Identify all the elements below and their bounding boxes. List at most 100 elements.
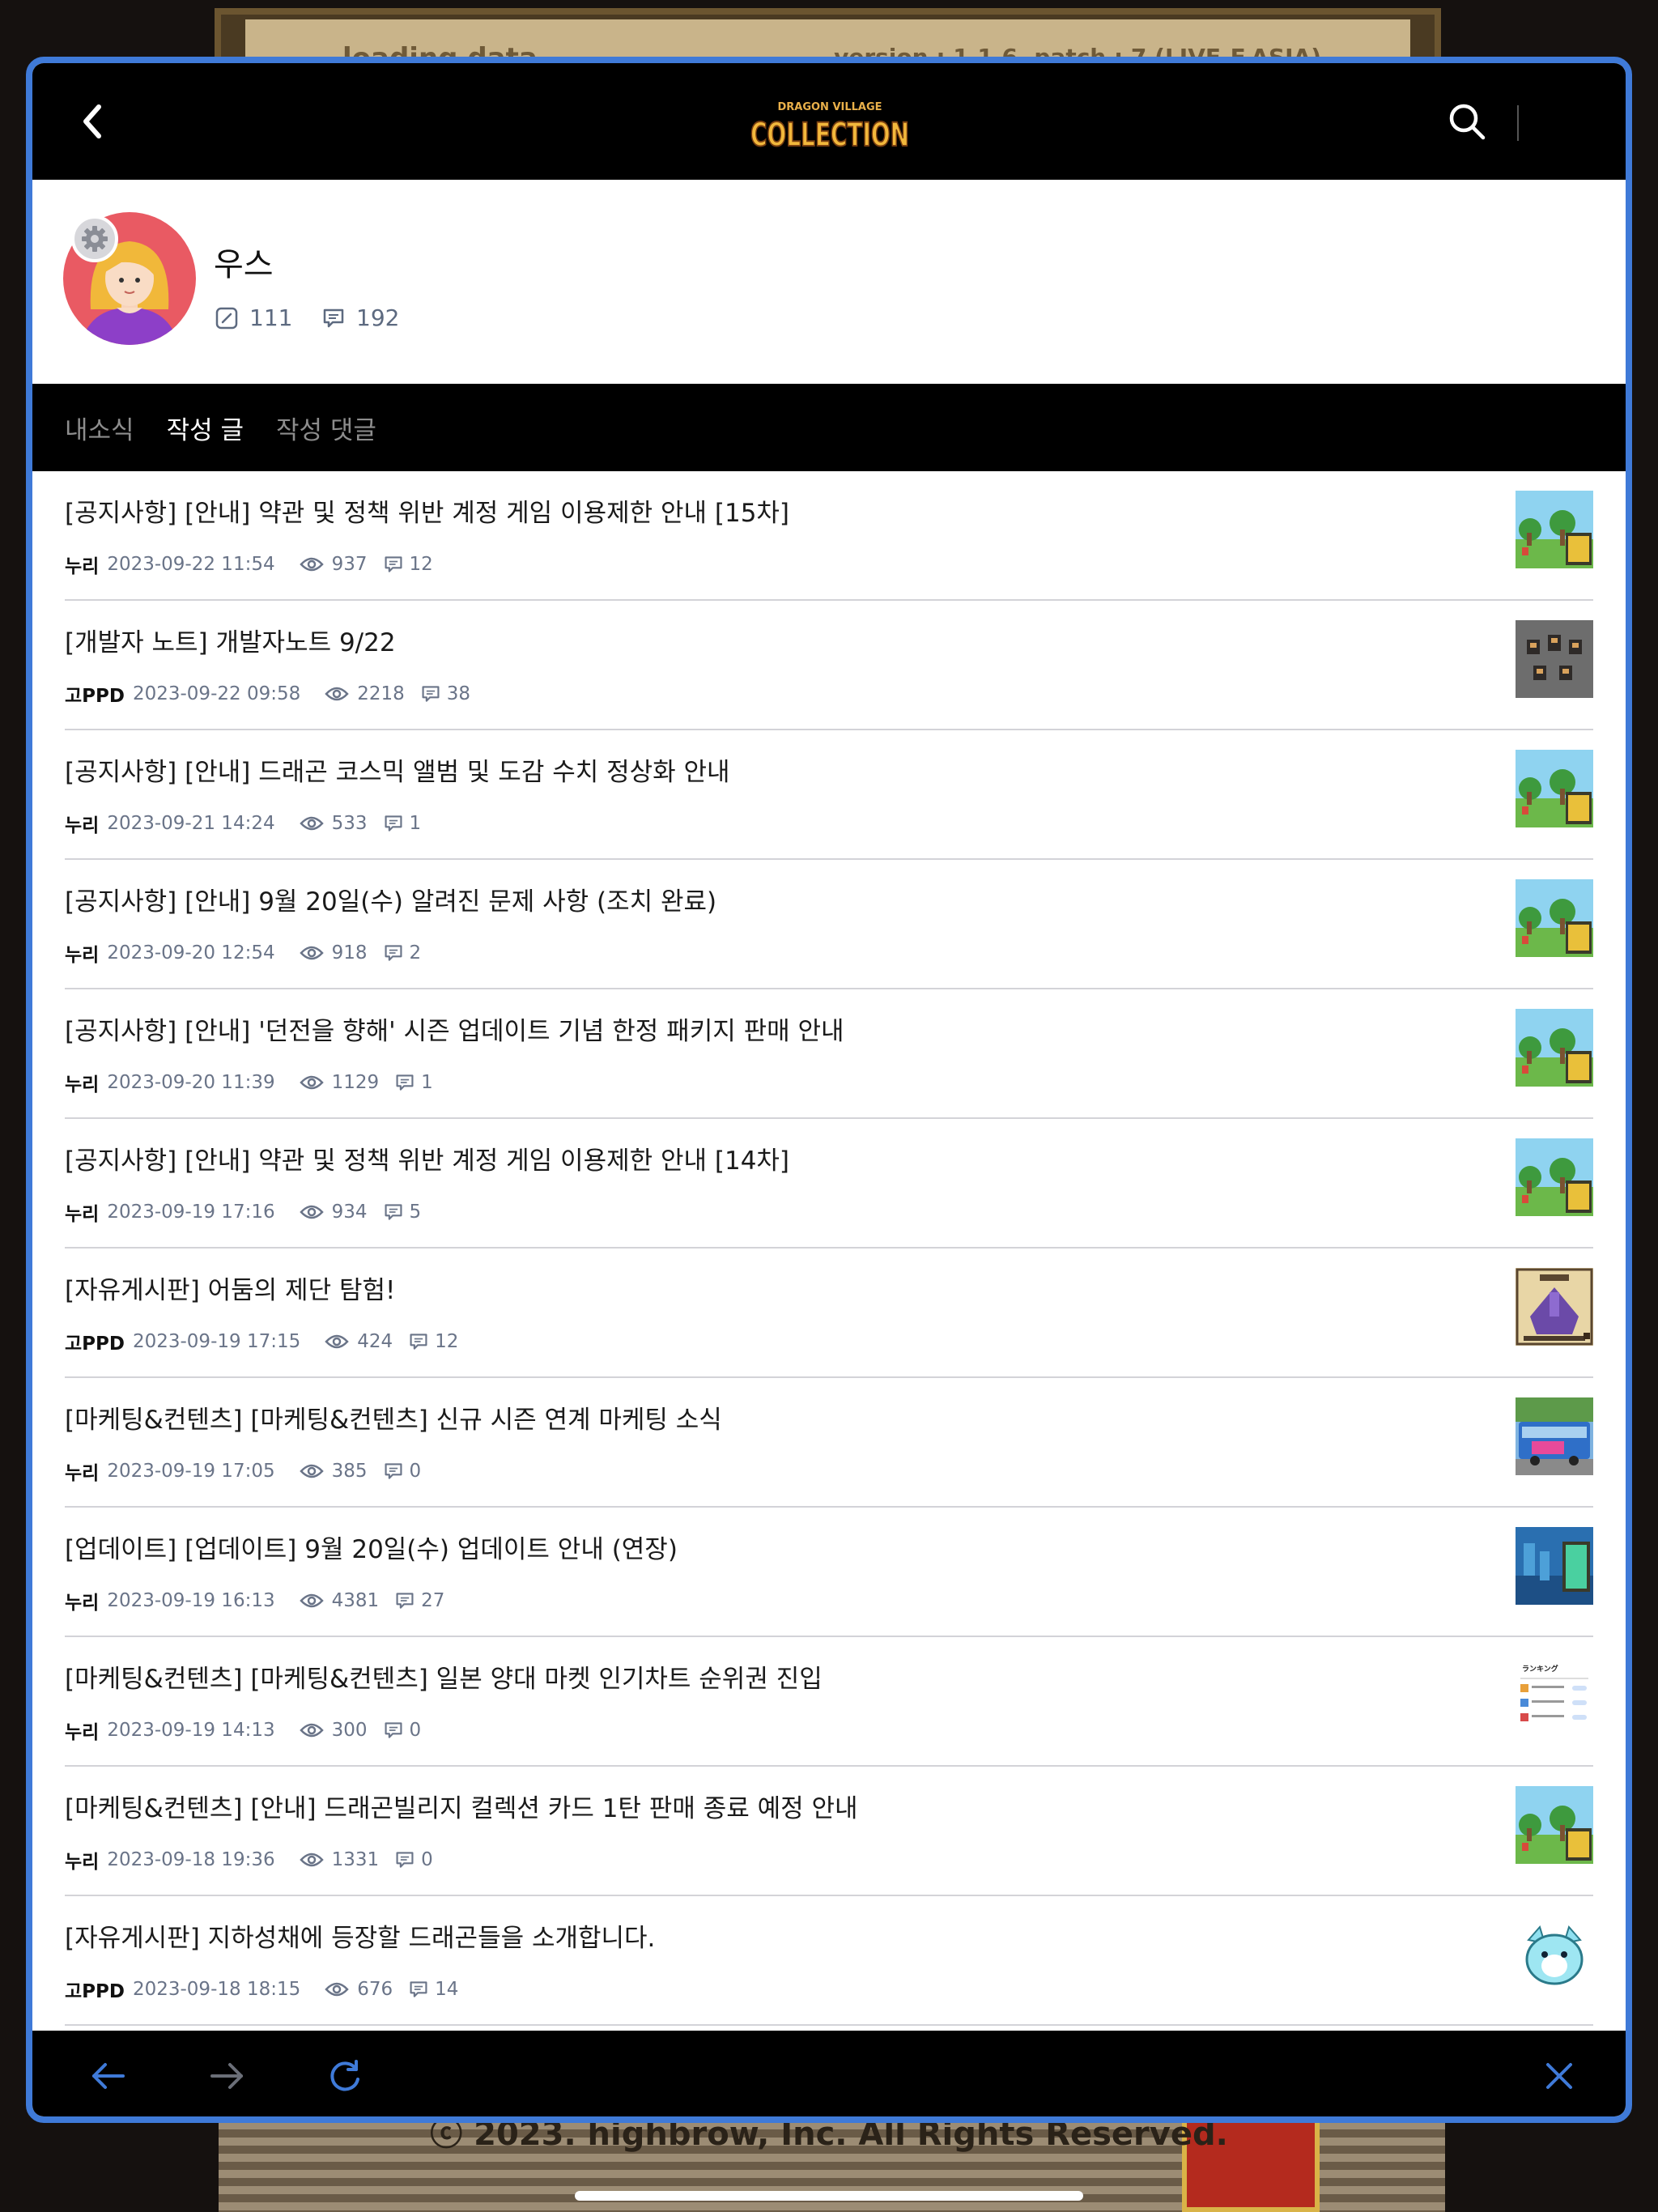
collection-logo[interactable]: DRAGON VILLAGE COLLECTION (745, 96, 915, 155)
post-title[interactable]: [공지사항] [안내] 약관 및 정책 위반 계정 게임 이용제한 안내 [15… (65, 492, 789, 529)
tab-bar: 내소식 작성 글 작성 댓글 (32, 384, 1626, 471)
top-bar-divider (1517, 105, 1519, 141)
post-title[interactable]: [개발자 노트] 개발자노트 9/22 (65, 622, 396, 658)
post-views: 1129 (299, 1072, 379, 1093)
post-row[interactable]: [공지사항] [안내] 약관 및 정책 위반 계정 게임 이용제한 안내 [15… (65, 471, 1593, 601)
post-thumbnail[interactable] (1516, 1138, 1593, 1216)
view-count: 1331 (331, 1849, 380, 1870)
back-button[interactable] (68, 97, 117, 146)
svg-text:ランキング: ランキング (1522, 1664, 1558, 1674)
post-count: 111 (249, 304, 293, 331)
reply-count: 5 (409, 1202, 422, 1223)
post-author: 고PPD (65, 686, 125, 707)
post-row[interactable]: [마케팅&컨텐츠] [마케팅&컨텐츠] 일본 양대 마켓 인기차트 순위권 진입… (65, 1637, 1593, 1767)
post-views: 4381 (299, 1590, 380, 1611)
post-row[interactable]: [마케팅&컨텐츠] [마케팅&컨텐츠] 신규 시즌 연계 마케팅 소식 누리 202… (65, 1378, 1593, 1508)
reply-count: 0 (421, 1849, 433, 1870)
search-button[interactable] (1441, 96, 1493, 147)
post-thumbnail[interactable]: ランキング (1516, 1657, 1593, 1734)
post-row[interactable]: [업데이트] [업데이트] 9월 20일(수) 업데이트 안내 (연장) 누리 20… (65, 1508, 1593, 1637)
post-thumbnail[interactable] (1516, 1916, 1593, 1993)
post-comments: 2 (384, 942, 421, 963)
post-views: 676 (325, 1979, 393, 2000)
post-title[interactable]: [공지사항] [안내] 약관 및 정책 위반 계정 게임 이용제한 안내 [14… (65, 1140, 789, 1176)
chevron-left-icon (83, 104, 101, 138)
search-icon (1449, 104, 1486, 140)
comment-icon (396, 1074, 414, 1091)
post-thumbnail[interactable] (1516, 879, 1593, 957)
settings-button[interactable] (71, 215, 118, 262)
eye-icon (325, 1982, 349, 1997)
post-row[interactable]: [공지사항] [안내] 9월 20일(수) 알려진 문제 사항 (조치 완료) 누… (65, 860, 1593, 989)
post-comments: 27 (395, 1590, 444, 1611)
post-author: 누리 (65, 1463, 100, 1484)
tab-my-news[interactable]: 내소식 (65, 410, 134, 446)
post-comments: 12 (409, 1331, 458, 1352)
tab-my-comments[interactable]: 작성 댓글 (276, 410, 376, 446)
close-button[interactable] (1535, 2052, 1584, 2100)
post-title[interactable]: [자유게시판] 어둠의 제단 탐험! (65, 1270, 395, 1306)
eye-icon (299, 946, 324, 960)
comment-icon (385, 1204, 402, 1220)
view-count: 4381 (331, 1590, 380, 1611)
reply-count: 12 (409, 554, 433, 575)
view-count: 424 (357, 1331, 393, 1352)
post-thumbnail[interactable] (1516, 1527, 1593, 1605)
eye-icon (299, 1853, 324, 1867)
post-title[interactable]: [공지사항] [안내] 9월 20일(수) 알려진 문제 사항 (조치 완료) (65, 881, 716, 917)
post-thumbnail[interactable] (1516, 750, 1593, 827)
post-title[interactable]: [마케팅&컨텐츠] [안내] 드래곤빌리지 컬렉션 카드 1탄 판매 종료 예정… (65, 1788, 858, 1824)
comment-icon (385, 556, 402, 572)
reply-count: 14 (435, 1979, 459, 2000)
post-row[interactable]: [자유게시판] 어둠의 제단 탐험! 고PPD 2023-09-19 17:15 42… (65, 1249, 1593, 1378)
post-title[interactable]: [마케팅&컨텐츠] [마케팅&컨텐츠] 일본 양대 마켓 인기차트 순위권 진입 (65, 1658, 823, 1695)
post-author: 누리 (65, 1074, 100, 1095)
post-views: 424 (325, 1331, 393, 1352)
comment-icon (396, 1852, 414, 1868)
close-icon (1546, 2063, 1572, 2089)
post-thumbnail[interactable] (1516, 491, 1593, 568)
post-title[interactable]: [자유게시판] 지하성채에 등장할 드래곤들을 소개합니다. (65, 1917, 655, 1954)
post-meta: 누리 2023-09-19 14:13 300 0 (65, 1716, 421, 1744)
post-thumbnail[interactable] (1516, 1786, 1593, 1864)
post-row[interactable]: [자유게시판] 지하성채에 등장할 드래곤들을 소개합니다. 고PPD 2023-0… (65, 1896, 1593, 2026)
logo-graphic: DRAGON VILLAGE COLLECTION (750, 101, 910, 155)
post-thumbnail[interactable] (1516, 1268, 1593, 1346)
post-views: 937 (299, 554, 368, 575)
post-comments: 5 (384, 1202, 422, 1223)
post-comments: 14 (409, 1979, 458, 2000)
post-meta: 고PPD 2023-09-22 09:58 2218 38 (65, 680, 470, 708)
reply-count: 1 (409, 813, 422, 834)
reply-count: 1 (421, 1072, 433, 1093)
post-meta: 고PPD 2023-09-18 18:15 676 14 (65, 1976, 458, 2003)
reply-count: 27 (421, 1590, 445, 1611)
post-title[interactable]: [마케팅&컨텐츠] [마케팅&컨텐츠] 신규 시즌 연계 마케팅 소식 (65, 1399, 722, 1436)
eye-icon (325, 1334, 349, 1349)
post-title[interactable]: [공지사항] [안내] '던전을 향해' 시즌 업데이트 기념 한정 패키지 판… (65, 1010, 844, 1047)
reload-icon (330, 2060, 359, 2091)
post-title[interactable]: [공지사항] [안내] 드래곤 코스믹 앨범 및 도감 수치 정상화 안내 (65, 751, 730, 788)
post-row[interactable]: [공지사항] [안내] 드래곤 코스믹 앨범 및 도감 수치 정상화 안내 누리 2… (65, 730, 1593, 860)
post-views: 934 (299, 1202, 368, 1223)
post-row[interactable]: [공지사항] [안내] 약관 및 정책 위반 계정 게임 이용제한 안내 [14… (65, 1119, 1593, 1249)
post-meta: 누리 2023-09-22 11:54 937 12 (65, 551, 433, 578)
post-title[interactable]: [업데이트] [업데이트] 9월 20일(수) 업데이트 안내 (연장) (65, 1529, 678, 1565)
tab-my-posts[interactable]: 작성 글 (167, 410, 244, 446)
comment-count-stat: 192 (322, 304, 399, 331)
eye-icon (299, 816, 324, 831)
post-thumbnail[interactable] (1516, 1397, 1593, 1475)
post-thumbnail[interactable] (1516, 620, 1593, 698)
post-author: 고PPD (65, 1981, 125, 2002)
post-thumbnail[interactable] (1516, 1009, 1593, 1087)
post-row[interactable]: [마케팅&컨텐츠] [안내] 드래곤빌리지 컬렉션 카드 1탄 판매 종료 예정… (65, 1767, 1593, 1896)
username: 우스 (214, 246, 274, 283)
post-row[interactable]: [공지사항] [안내] '던전을 향해' 시즌 업데이트 기념 한정 패키지 판… (65, 989, 1593, 1119)
post-row[interactable]: [개발자 노트] 개발자노트 9/22 고PPD 2023-09-22 09:58 2… (65, 601, 1593, 730)
home-indicator[interactable] (575, 2191, 1083, 2201)
reload-button[interactable] (321, 2052, 369, 2100)
post-author: 누리 (65, 556, 100, 577)
nav-forward-button[interactable] (202, 2052, 251, 2100)
eye-icon (299, 1593, 324, 1608)
nav-back-button[interactable] (84, 2052, 133, 2100)
post-date: 2023-09-22 11:54 (107, 554, 275, 575)
